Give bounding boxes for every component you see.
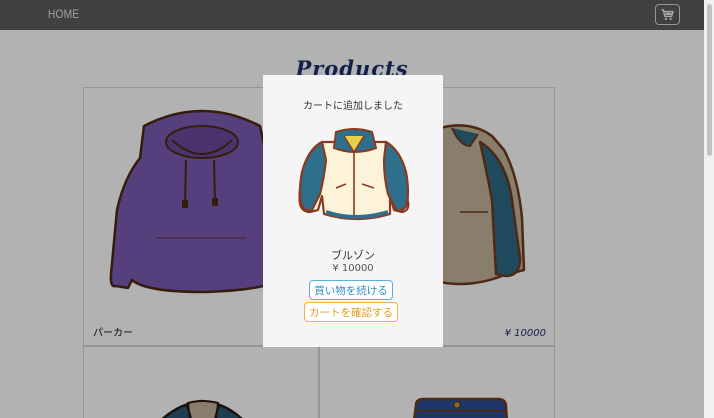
added-message: カートに追加しました: [303, 101, 403, 112]
product-name: ブルゾン: [331, 249, 375, 262]
view-cart-button[interactable]: カートを確認する: [304, 302, 398, 322]
blouson-image: [298, 128, 410, 221]
continue-shopping-button[interactable]: 買い物を続ける: [309, 280, 393, 300]
scrollbar-thumb[interactable]: [707, 4, 712, 156]
product-price: ¥ 10000: [332, 263, 374, 274]
added-to-cart-dialog: カートに追加しました ブルゾン ¥ 10000 買い物を続ける カートを確認する: [263, 75, 443, 347]
